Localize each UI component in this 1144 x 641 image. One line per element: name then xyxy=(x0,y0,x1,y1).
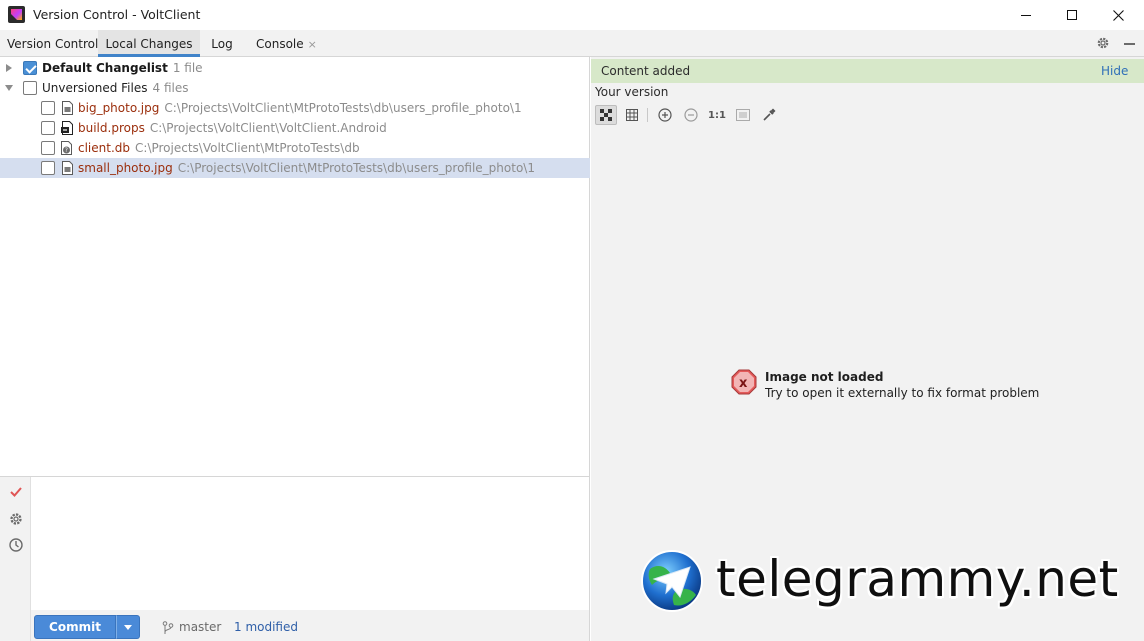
branch-icon xyxy=(162,621,174,634)
rider-app-icon xyxy=(8,6,25,23)
fit-zoom-button[interactable] xyxy=(732,105,754,125)
zoom-out-icon xyxy=(684,108,698,122)
notification-text: Content added xyxy=(601,64,691,78)
expand-arrow-icon[interactable] xyxy=(6,64,12,72)
window-title: Version Control - VoltClient xyxy=(33,7,201,22)
notification-bar: Content added Hide xyxy=(591,59,1144,83)
toolbar-separator xyxy=(647,108,648,122)
color-picker-button[interactable] xyxy=(758,105,780,125)
grid-icon xyxy=(626,109,638,121)
title-bar: Version Control - VoltClient xyxy=(0,0,1144,30)
image-toolbar: 1:1 xyxy=(595,105,895,127)
close-tab-icon[interactable]: × xyxy=(308,38,317,51)
changelist-checkbox[interactable] xyxy=(23,61,37,75)
tool-window-label: Version Control: xyxy=(7,37,103,51)
props-file-icon xyxy=(61,121,73,135)
error-icon: x xyxy=(731,369,757,395)
tab-console[interactable]: Console × xyxy=(248,30,318,57)
unversioned-checkbox[interactable] xyxy=(23,81,37,95)
file-path: C:\Projects\VoltClient\MtProtoTests\db\u… xyxy=(177,161,535,175)
checkmark-icon[interactable] xyxy=(8,484,24,500)
maximize-button[interactable] xyxy=(1049,0,1095,30)
tool-window-tabbar: Version Control: Local Changes Log Conso… xyxy=(0,30,1144,57)
file-row-selected[interactable]: small_photo.jpg C:\Projects\VoltClient\Mt… xyxy=(0,158,590,178)
file-checkbox[interactable] xyxy=(41,101,55,115)
file-row[interactable]: big_photo.jpg C:\Projects\VoltClient\MtPr… xyxy=(0,98,590,118)
file-checkbox[interactable] xyxy=(41,121,55,135)
commit-options-dropdown[interactable] xyxy=(116,615,140,639)
hide-notification-link[interactable]: Hide xyxy=(1101,64,1128,78)
chessboard-icon xyxy=(600,109,612,121)
tab-local-changes[interactable]: Local Changes xyxy=(98,30,200,57)
tab-log[interactable]: Log xyxy=(204,30,240,57)
minimize-icon xyxy=(1021,14,1031,16)
history-icon[interactable] xyxy=(8,537,24,553)
unknown-file-icon: ? xyxy=(61,141,72,155)
settings-icon[interactable] xyxy=(8,511,24,527)
file-name: build.props xyxy=(78,121,145,135)
file-row[interactable]: ? client.db C:\Projects\VoltClient\MtProt… xyxy=(0,138,590,158)
close-icon xyxy=(1112,9,1124,21)
file-label-group: build.props C:\Projects\VoltClient\VoltCl… xyxy=(78,121,387,135)
version-label: Your version xyxy=(595,85,669,99)
eyedropper-icon xyxy=(763,108,776,121)
image-file-icon xyxy=(62,101,73,115)
file-checkbox[interactable] xyxy=(41,141,55,155)
collapse-arrow-icon[interactable] xyxy=(5,85,13,91)
unversioned-label-group: Unversioned Files 4 files xyxy=(42,81,188,95)
file-path: C:\Projects\VoltClient\VoltClient.Androi… xyxy=(149,121,387,135)
changelist-label-group: Default Changelist 1 file xyxy=(42,61,203,75)
file-row[interactable]: build.props C:\Projects\VoltClient\VoltCl… xyxy=(0,118,590,138)
commit-message-input[interactable] xyxy=(31,477,589,610)
watermark-text: telegrammy.net xyxy=(716,550,1119,608)
error-subtitle: Try to open it externally to fix format … xyxy=(765,386,1040,400)
gear-icon[interactable] xyxy=(1096,36,1110,50)
file-label-group: client.db C:\Projects\VoltClient\MtProtoT… xyxy=(78,141,360,155)
changes-tree: Default Changelist 1 file Unversioned Fil… xyxy=(0,57,590,476)
zoom-out-button[interactable] xyxy=(680,105,702,125)
image-file-icon xyxy=(62,161,73,175)
file-label-group: big_photo.jpg C:\Projects\VoltClient\MtPr… xyxy=(78,101,522,115)
unversioned-row[interactable]: Unversioned Files 4 files xyxy=(0,78,590,98)
file-name: client.db xyxy=(78,141,131,155)
commit-side-toolbar xyxy=(0,477,31,641)
file-checkbox[interactable] xyxy=(41,161,55,175)
toggle-chessboard-button[interactable] xyxy=(595,105,617,125)
maximize-icon xyxy=(1067,10,1077,20)
branch-name[interactable]: master xyxy=(179,620,221,634)
tab-label: Log xyxy=(211,37,233,51)
unversioned-count: 4 files xyxy=(152,81,189,95)
modified-count[interactable]: 1 modified xyxy=(234,620,298,634)
file-path: C:\Projects\VoltClient\MtProtoTests\db xyxy=(135,141,360,155)
watermark: telegrammy.net xyxy=(640,547,1140,615)
unversioned-label: Unversioned Files xyxy=(42,81,148,95)
zoom-in-icon xyxy=(658,108,672,122)
minimize-button[interactable] xyxy=(1003,0,1049,30)
error-title: Image not loaded xyxy=(765,370,884,384)
zoom-in-button[interactable] xyxy=(654,105,676,125)
changelist-name: Default Changelist xyxy=(42,61,168,75)
svg-text:?: ? xyxy=(65,147,68,154)
file-name: big_photo.jpg xyxy=(78,101,160,115)
fit-window-icon xyxy=(736,109,750,121)
file-path: C:\Projects\VoltClient\MtProtoTests\db\u… xyxy=(164,101,522,115)
commit-footer: Commit master 1 modified xyxy=(31,610,589,641)
actual-size-button[interactable]: 1:1 xyxy=(706,105,728,125)
telegram-globe-icon xyxy=(641,550,703,612)
svg-text:x: x xyxy=(739,376,748,391)
tab-label: Local Changes xyxy=(105,37,193,51)
hide-tool-window-icon[interactable] xyxy=(1124,43,1135,45)
commit-button[interactable]: Commit xyxy=(34,615,116,639)
tab-label: Console xyxy=(256,37,304,51)
file-label-group: small_photo.jpg C:\Projects\VoltClient\Mt… xyxy=(78,161,535,175)
actual-size-label: 1:1 xyxy=(708,109,726,121)
toggle-grid-button[interactable] xyxy=(621,105,643,125)
changelist-count: 1 file xyxy=(172,61,203,75)
close-window-button[interactable] xyxy=(1095,0,1141,30)
commit-panel: Commit master 1 modified xyxy=(0,476,590,641)
file-name: small_photo.jpg xyxy=(78,161,173,175)
changelist-row[interactable]: Default Changelist 1 file xyxy=(0,58,590,78)
